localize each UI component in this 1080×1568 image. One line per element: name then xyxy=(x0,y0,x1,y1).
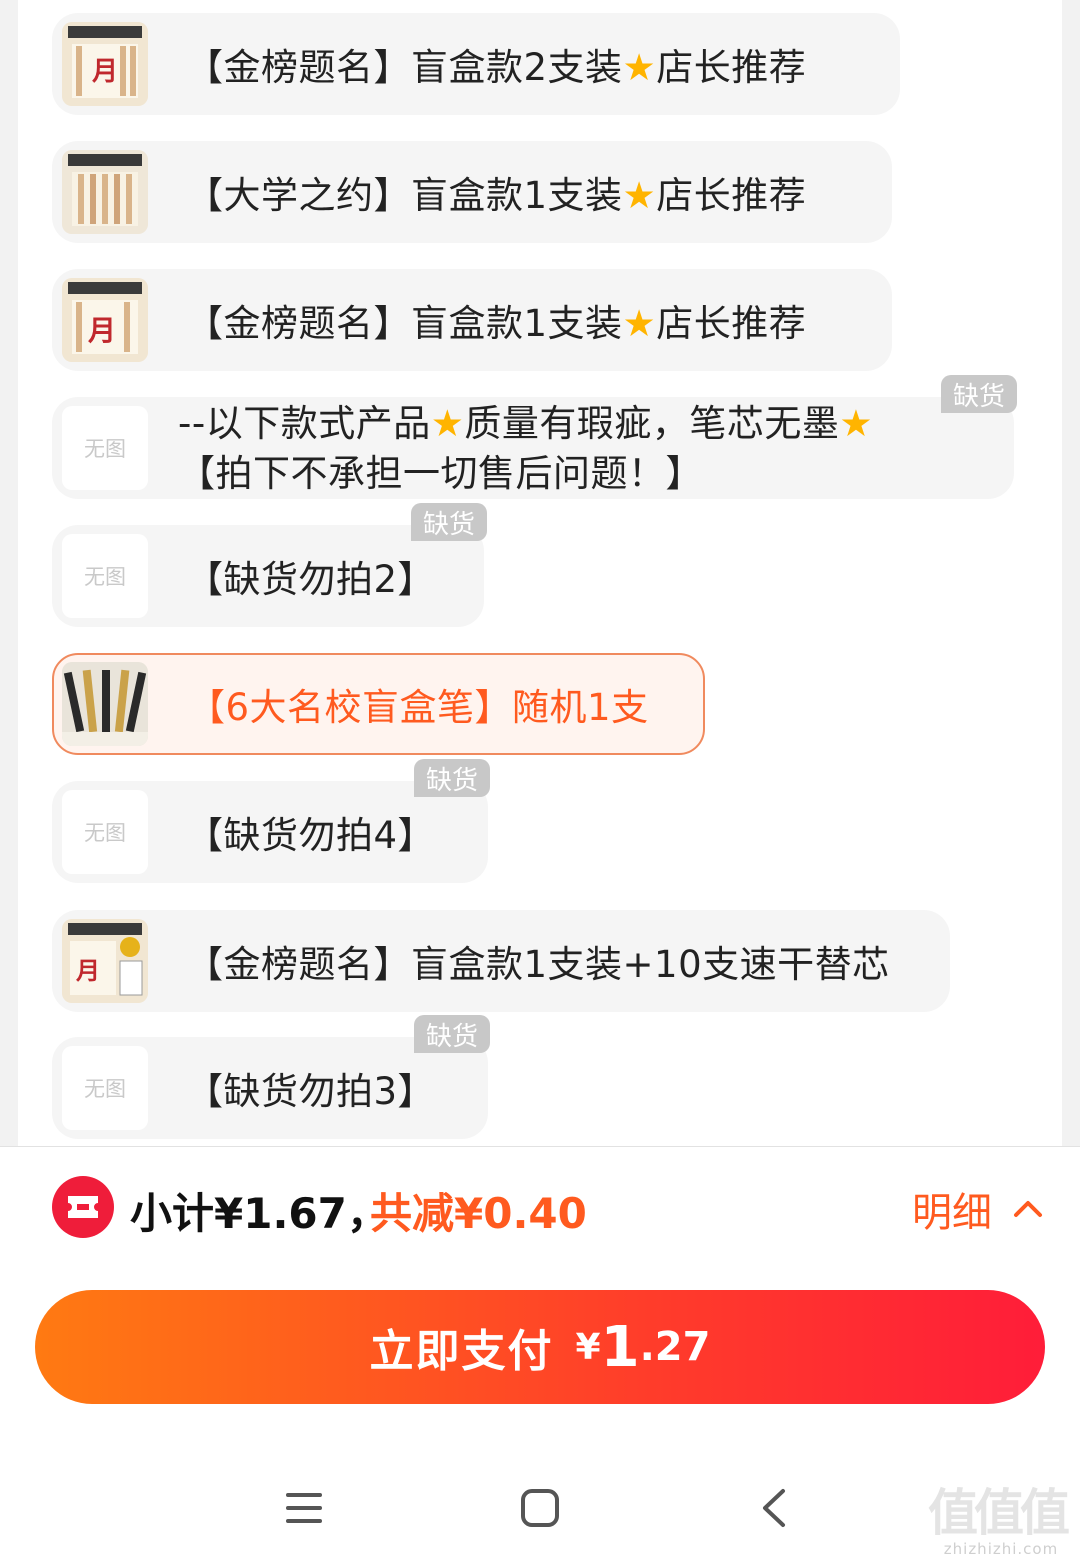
menu-icon xyxy=(286,1493,322,1523)
out-of-stock-badge: 缺货 xyxy=(411,503,488,541)
star-icon: ★ xyxy=(430,402,465,445)
out-of-stock-badge: 缺货 xyxy=(414,1015,491,1053)
no-image-placeholder: 无图 xyxy=(62,790,148,874)
recent-apps-button[interactable] xyxy=(274,1478,334,1538)
product-thumbnail: 月 xyxy=(62,919,148,1003)
no-image-placeholder: 无图 xyxy=(62,1046,148,1130)
sku-option-selected[interactable]: 【6大名校盲盒笔】随机1支 xyxy=(52,653,705,755)
pay-now-label: 立即支付 xyxy=(369,1326,554,1377)
home-icon xyxy=(521,1489,559,1527)
star-icon: ★ xyxy=(839,402,874,445)
star-icon: ★ xyxy=(622,174,657,217)
star-icon: ★ xyxy=(622,302,657,345)
pay-amount-decimal: .27 xyxy=(639,1324,711,1370)
no-image-placeholder: 无图 xyxy=(62,406,148,490)
sku-option-label: 【大学之约】盲盒款1支装★店长推荐 xyxy=(186,174,807,217)
sku-option-label: --以下款式产品★质量有瑕疵，笔芯无墨★ 【拍下不承担一切售后问题！】 xyxy=(178,402,874,495)
price-detail-button[interactable]: 明细 xyxy=(912,1180,1046,1238)
subtotal-text: 小计¥1.67， xyxy=(130,1189,389,1238)
out-of-stock-badge: 缺货 xyxy=(941,375,1018,413)
sku-option[interactable]: 【大学之约】盲盒款1支装★店长推荐 xyxy=(52,141,892,243)
home-button[interactable] xyxy=(510,1478,570,1538)
out-of-stock-badge: 缺货 xyxy=(414,759,491,797)
sku-option-label: 【缺货勿拍2】 xyxy=(186,558,436,601)
back-icon xyxy=(763,1489,785,1527)
back-button[interactable] xyxy=(744,1478,804,1538)
pay-currency: ¥ xyxy=(575,1326,601,1368)
star-icon: ★ xyxy=(622,46,657,89)
product-thumbnail xyxy=(62,150,148,234)
sku-option[interactable]: 月 【金榜题名】盲盒款2支装★店长推荐 xyxy=(52,13,900,115)
sku-option-label: 【缺货勿拍4】 xyxy=(186,814,436,857)
product-thumbnail: 月 xyxy=(62,278,148,362)
sku-option[interactable]: 月 【金榜题名】盲盒款1支装★店长推荐 xyxy=(52,269,892,371)
coupon-icon xyxy=(52,1176,114,1238)
sku-option[interactable]: 月 【金榜题名】盲盒款1支装+10支速干替芯 xyxy=(52,910,950,1012)
svg-text:月: 月 xyxy=(87,314,116,347)
chevron-up-icon xyxy=(1014,1201,1042,1217)
sku-option-label: 【缺货勿拍3】 xyxy=(186,1070,436,1113)
site-watermark: 值值值 zhizhizhi.com xyxy=(928,1484,1070,1558)
sku-option-label: 【金榜题名】盲盒款1支装★店长推荐 xyxy=(186,302,807,345)
sku-option-label: 【金榜题名】盲盒款1支装+10支速干替芯 xyxy=(186,943,890,986)
sku-option-out-of-stock[interactable]: 无图 --以下款式产品★质量有瑕疵，笔芯无墨★ 【拍下不承担一切售后问题！】 xyxy=(52,397,1014,499)
sku-option-label: 【6大名校盲盒笔】随机1支 xyxy=(188,686,649,729)
product-thumbnail xyxy=(62,662,148,746)
svg-text:月: 月 xyxy=(75,956,100,985)
price-detail-label: 明细 xyxy=(912,1190,992,1236)
svg-text:月: 月 xyxy=(91,57,118,87)
pay-now-button[interactable]: 立即支付 ¥ 1 .27 xyxy=(35,1290,1045,1404)
no-image-placeholder: 无图 xyxy=(62,534,148,618)
pay-amount-integer: 1 xyxy=(600,1314,640,1380)
discount-text: 共减¥0.40 xyxy=(370,1189,587,1238)
sku-option-label: 【金榜题名】盲盒款2支装★店长推荐 xyxy=(186,46,807,89)
product-thumbnail: 月 xyxy=(62,22,148,106)
